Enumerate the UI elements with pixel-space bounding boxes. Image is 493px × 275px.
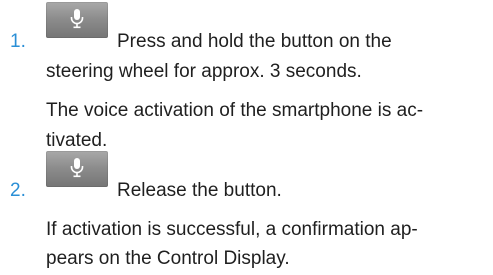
microphone-button-image bbox=[46, 151, 108, 187]
result-text: The voice activation of the smartphone i… bbox=[46, 100, 424, 121]
microphone-icon bbox=[70, 158, 84, 178]
result-text: If activation is successful, a confirmat… bbox=[46, 219, 418, 240]
result-text: tivated. bbox=[46, 130, 108, 151]
instruction-text: Press and hold the button on the bbox=[117, 31, 392, 52]
instruction-text: Release the button. bbox=[117, 180, 282, 201]
result-text: pears on the Control Display. bbox=[46, 248, 290, 269]
instruction-text: steering wheel for approx. 3 seconds. bbox=[46, 61, 362, 82]
microphone-icon bbox=[70, 9, 84, 29]
step-number: 2. bbox=[10, 180, 26, 201]
step-number: 1. bbox=[10, 31, 26, 52]
microphone-button-image bbox=[46, 2, 108, 38]
